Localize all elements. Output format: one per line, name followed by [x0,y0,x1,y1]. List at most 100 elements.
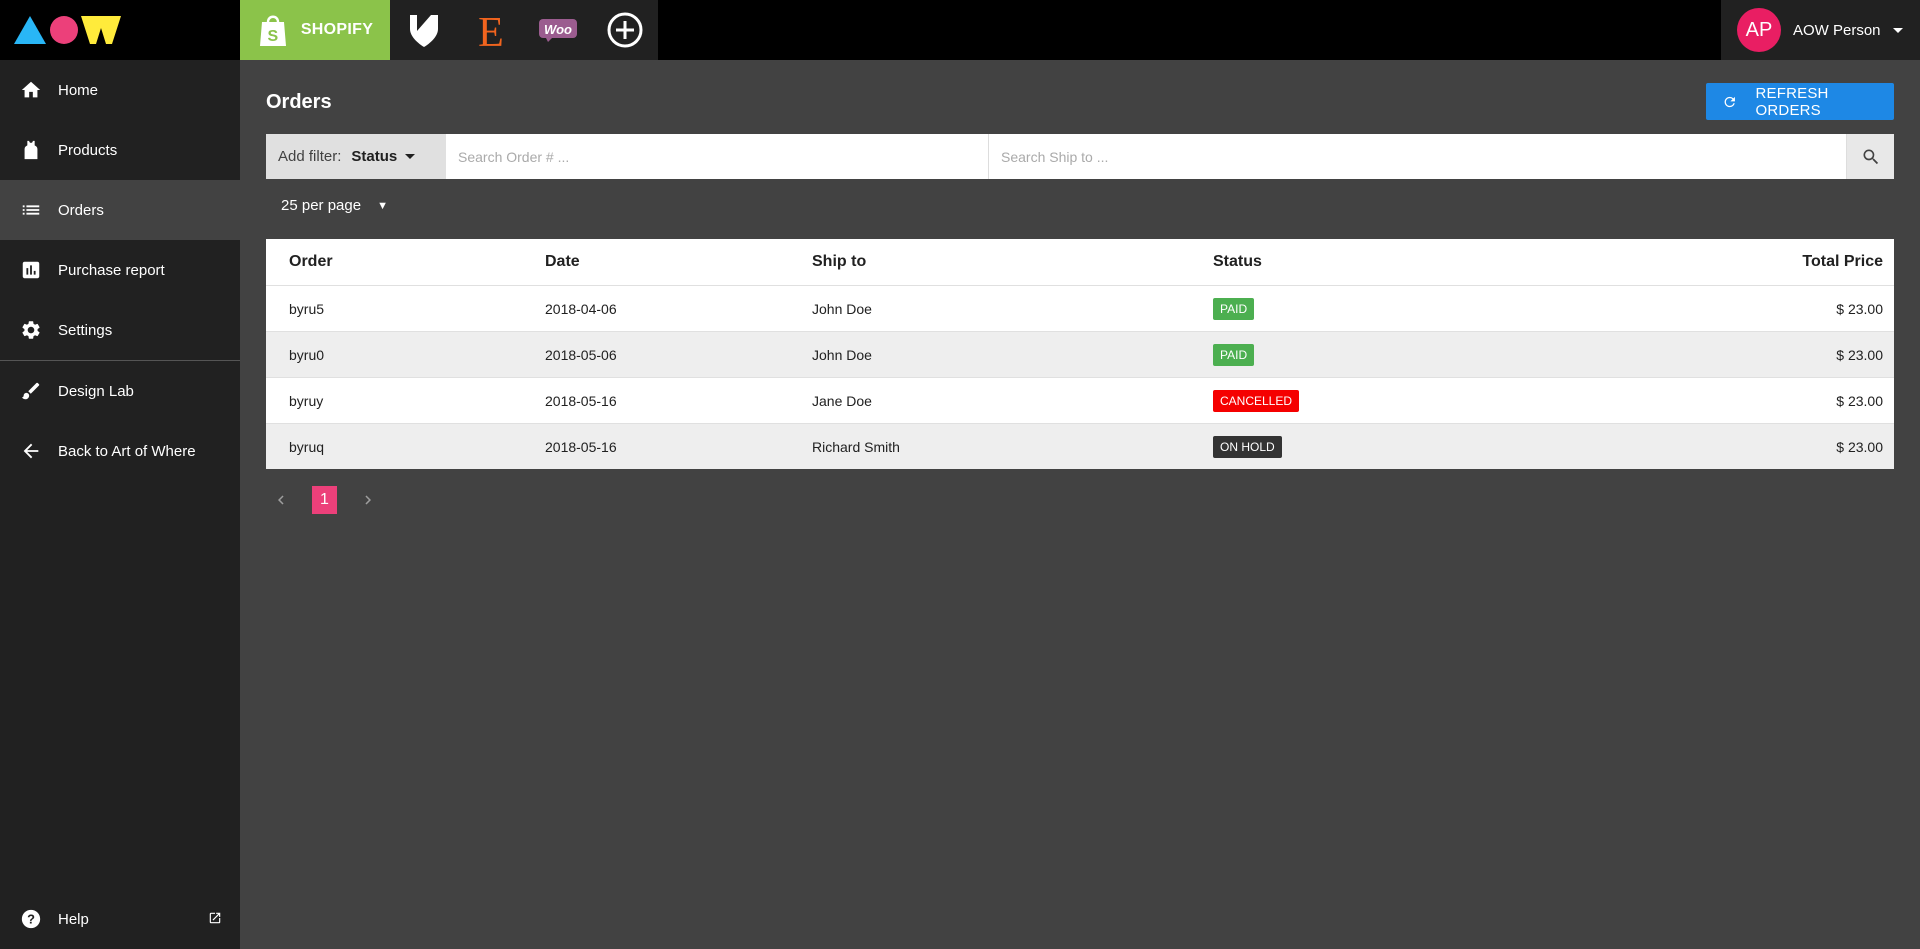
svg-text:E: E [478,10,504,50]
add-filter: Add filter: Status [266,134,446,179]
order-date: 2018-05-06 [545,346,617,363]
order-id[interactable]: byruy [266,393,545,409]
svg-text:?: ? [27,912,35,927]
order-total: $ 23.00 [1836,346,1883,363]
sidebar-item-back-to-art-of-where[interactable]: Back to Art of Where [0,421,240,481]
sidebar-item-design-lab[interactable]: Design Lab [0,361,240,421]
sidebar-item-orders[interactable]: Orders [0,180,240,240]
status-badge: ON HOLD [1213,435,1282,458]
bar-chart-icon [20,259,42,281]
sidebar: Home Products Orders Purchase report Set… [0,60,240,949]
tab-shopify[interactable]: S SHOPIFY [240,0,390,60]
chevron-down-icon [1892,27,1903,33]
order-total: $ 23.00 [1836,300,1883,317]
sidebar-item-label: Design Lab [58,382,134,400]
tab-etsy[interactable]: E [457,0,524,60]
refresh-icon [1724,96,1735,107]
chevron-right-icon [365,495,371,505]
svg-text:S: S [267,28,278,45]
order-ship-to: John Doe [812,300,872,317]
etsy-icon: E [478,10,504,50]
orders-table: Order Date Ship to Status Total Price by… [266,239,1894,469]
sidebar-item-help[interactable]: ? Help [0,889,240,949]
brush-icon [20,380,42,402]
next-page-button[interactable] [353,486,383,514]
column-header-order[interactable]: Order [266,253,545,271]
search-order-input[interactable] [446,134,989,179]
table-row[interactable]: byru5 2018-04-06 John Doe PAID $ 23.00 [266,285,1894,331]
column-header-total-price[interactable]: Total Price [1773,253,1894,271]
gear-icon [20,319,42,341]
sidebar-item-purchase-report[interactable]: Purchase report [0,240,240,300]
status-badge: CANCELLED [1213,389,1300,412]
order-ship-to: John Doe [812,346,872,363]
refresh-orders-button[interactable]: REFRESH ORDERS [1706,83,1894,120]
bigcommerce-icon [409,15,438,47]
search-button[interactable] [1846,134,1894,179]
svg-text:Woo: Woo [544,22,572,37]
woocommerce-icon: Woo [538,19,577,42]
order-date: 2018-04-06 [545,300,617,317]
order-date: 2018-05-16 [545,438,617,455]
search-ship-to-input[interactable] [989,134,1846,179]
sidebar-item-home[interactable]: Home [0,60,240,120]
table-row[interactable]: byruq 2018-05-16 Richard Smith ON HOLD $… [266,423,1894,469]
page-title: Orders [266,91,332,113]
arrow-left-icon [20,440,42,462]
order-date: 2018-05-16 [545,392,617,409]
per-page-select[interactable]: 25 per page ▼ [281,197,388,214]
order-ship-to: Richard Smith [812,438,900,455]
tab-shopify-label: SHOPIFY [300,21,374,38]
help-label: Help [58,910,89,928]
user-menu[interactable]: AP AOW Person [1721,0,1920,60]
avatar: AP [1737,8,1781,52]
tab-bigcommerce[interactable] [390,0,457,60]
filter-bar: Add filter: Status [266,134,1894,179]
list-icon [20,199,42,221]
column-header-date[interactable]: Date [545,253,812,271]
previous-page-button[interactable] [266,486,296,514]
status-filter-dropdown[interactable]: Status [351,148,416,165]
status-badge: PAID [1213,343,1255,366]
chevron-left-icon [278,495,284,505]
per-page-label: 25 per page [281,197,362,214]
sidebar-item-label: Orders [58,201,104,219]
order-id[interactable]: byru5 [266,301,545,317]
column-header-ship-to[interactable]: Ship to [812,253,1213,271]
dropdown-triangle-icon: ▼ [377,199,388,212]
status-filter-label: Status [351,148,398,165]
sidebar-item-products[interactable]: Products [0,120,240,180]
order-total: $ 23.00 [1836,438,1883,455]
status-badge: PAID [1213,297,1255,320]
order-id[interactable]: byruq [266,439,545,455]
refresh-orders-label: REFRESH ORDERS [1755,84,1829,119]
platform-tabs: S SHOPIFY E Woo [240,0,658,60]
column-header-status[interactable]: Status [1213,253,1773,271]
sidebar-item-label: Back to Art of Where [58,442,196,460]
main-content: Orders REFRESH ORDERS Add filter: Status… [240,60,1920,949]
tab-add-store[interactable] [591,0,658,60]
order-ship-to: Jane Doe [812,392,872,409]
sidebar-item-label: Settings [58,321,113,339]
page-number-button[interactable]: 1 [312,486,337,514]
shopify-bag-icon: S [259,15,286,46]
order-id[interactable]: byru0 [266,347,545,363]
top-bar: S SHOPIFY E Woo AP AOW Person [0,0,1920,60]
pagination: 1 [266,486,383,514]
tab-woocommerce[interactable]: Woo [524,0,591,60]
add-circle-icon [607,12,642,48]
sidebar-item-label: Purchase report [58,261,165,279]
external-link-icon [208,911,222,929]
help-icon: ? [20,908,42,930]
sidebar-item-settings[interactable]: Settings [0,300,240,360]
sidebar-item-label: Products [58,141,118,159]
order-total: $ 23.00 [1836,392,1883,409]
product-icon [20,139,42,161]
aow-logo[interactable] [14,14,122,46]
add-filter-label: Add filter: [278,148,342,165]
user-name: AOW Person [1793,21,1881,39]
table-row[interactable]: byru0 2018-05-06 John Doe PAID $ 23.00 [266,331,1894,377]
table-row[interactable]: byruy 2018-05-16 Jane Doe CANCELLED $ 23… [266,377,1894,423]
search-icon [1863,149,1878,164]
table-header: Order Date Ship to Status Total Price [266,239,1894,285]
